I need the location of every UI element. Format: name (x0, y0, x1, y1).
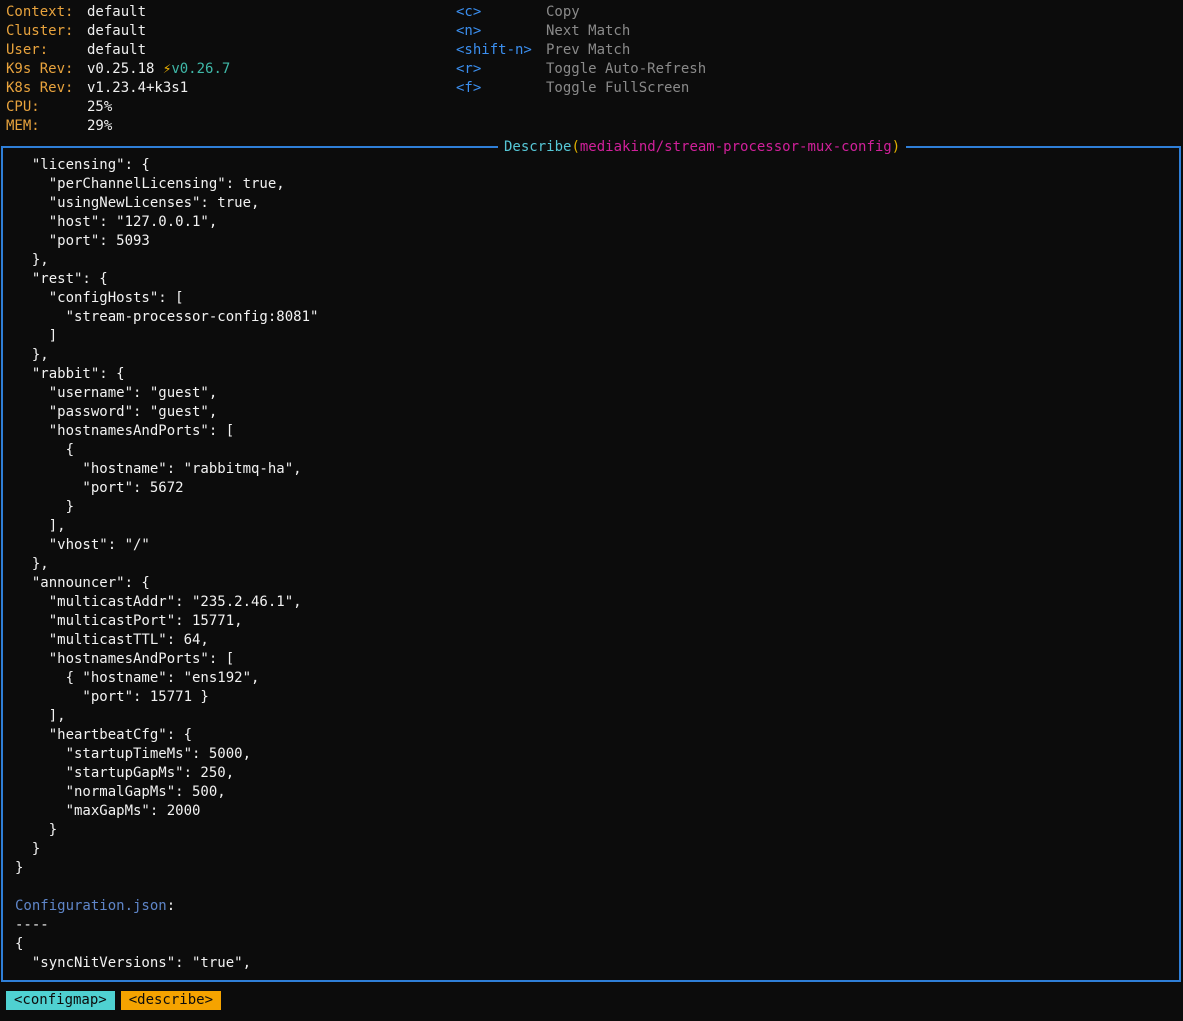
panel-title-close-paren: ) (891, 139, 901, 155)
content-line: "password": "guest", (15, 404, 218, 420)
content-line: "port": 5093 (15, 233, 150, 249)
content-line: } (15, 860, 24, 876)
hint-toggle-auto-refresh[interactable]: <r> Toggle Auto-Refresh (456, 60, 706, 79)
content-line: "rabbit": { (15, 366, 125, 382)
file-header: Configuration.json: (15, 897, 1165, 916)
file-colon: : (166, 898, 176, 914)
hint-key: <n> (456, 23, 482, 39)
hint-copy[interactable]: <c> Copy (456, 3, 580, 22)
content-line (15, 878, 1165, 897)
content-line: } (15, 841, 41, 857)
panel-title-word: Describe (504, 139, 572, 155)
content-line: } (15, 499, 75, 515)
content-line: }, (15, 347, 49, 363)
info-value: default (87, 4, 147, 20)
hint-toggle-fullscreen[interactable]: <f> Toggle FullScreen (456, 79, 689, 98)
hint-key: <r> (456, 61, 482, 77)
content-line: "rest": { (15, 271, 108, 287)
info-value: default (87, 42, 147, 58)
content-line: "hostnamesAndPorts": [ (15, 651, 235, 667)
content-line: "startupGapMs": 250, (15, 765, 235, 781)
crumb-describe[interactable]: <describe> (120, 991, 222, 1010)
content-line: "multicastTTL": 64, (15, 632, 209, 648)
crumb-configmap[interactable]: <configmap> (6, 991, 115, 1010)
info-key: User: (6, 42, 49, 58)
info-key: Cluster: (6, 23, 74, 39)
panel-title: Describe(mediakind/stream-processor-mux-… (498, 137, 907, 157)
content-line: "hostnamesAndPorts": [ (15, 423, 235, 439)
content-line: "host": "127.0.0.1", (15, 214, 218, 230)
hint-prev-match[interactable]: <shift-n> Prev Match (456, 41, 630, 60)
content-line: "licensing": { (15, 157, 150, 173)
info-new-version: v0.26.7 (171, 61, 231, 77)
hint-key: <c> (456, 4, 482, 20)
content-line: ---- (15, 917, 49, 933)
content-line: { (15, 442, 75, 458)
hint-label: Next Match (546, 23, 631, 39)
hint-label: Toggle Auto-Refresh (546, 61, 707, 77)
panel-title-resource: mediakind/stream-processor-mux-config (579, 139, 892, 155)
hint-label: Copy (546, 4, 580, 20)
content-line: { "hostname": "ens192", (15, 670, 260, 686)
info-key: MEM: (6, 118, 40, 134)
content-line: "syncNitVersions": "true", (15, 955, 252, 971)
describe-panel[interactable]: Describe(mediakind/stream-processor-mux-… (1, 137, 1181, 982)
content-line: "vhost": "/" (15, 537, 150, 553)
content-line: "normalGapMs": 500, (15, 784, 226, 800)
content-line: "heartbeatCfg": { (15, 727, 193, 743)
info-cpu: CPU: 25% (6, 98, 112, 117)
hint-next-match[interactable]: <n> Next Match (456, 22, 630, 41)
content-line: "port": 5672 (15, 480, 184, 496)
info-cluster: Cluster: default (6, 22, 146, 41)
info-value: v0.25.18 (87, 61, 155, 77)
info-key: K9s Rev: (6, 61, 74, 77)
content-line: "configHosts": [ (15, 290, 184, 306)
content-line: ] (15, 328, 58, 344)
describe-content[interactable]: "licensing": { "perChannelLicensing": tr… (15, 156, 1165, 976)
file-name: Configuration.json (15, 898, 167, 914)
content-line: ], (15, 708, 66, 724)
info-context: Context: default (6, 3, 146, 22)
content-line: "port": 15771 } (15, 689, 209, 705)
info-k9s-rev: K9s Rev: v0.25.18 ⚡v0.26.7 (6, 60, 230, 79)
content-line: "usingNewLicenses": true, (15, 195, 260, 211)
info-key: Context: (6, 4, 74, 20)
content-line: }, (15, 252, 49, 268)
content-line: "startupTimeMs": 5000, (15, 746, 252, 762)
breadcrumb: <configmap> <describe> (6, 991, 227, 1010)
content-line: "hostname": "rabbitmq-ha", (15, 461, 302, 477)
content-line: "username": "guest", (15, 385, 218, 401)
info-key: K8s Rev: (6, 80, 74, 96)
content-line: { (15, 936, 24, 952)
content-line: } (15, 822, 58, 838)
hint-key: <shift-n> (456, 42, 532, 58)
info-value: v1.23.4+k3s1 (87, 80, 189, 96)
info-k8s-rev: K8s Rev: v1.23.4+k3s1 (6, 79, 188, 98)
panel-title-open-paren: ( (571, 139, 580, 155)
hint-label: Prev Match (546, 42, 631, 58)
content-line: "stream-processor-config:8081" (15, 309, 319, 325)
content-line: "multicastPort": 15771, (15, 613, 243, 629)
hint-key: <f> (456, 80, 482, 96)
info-mem: MEM: 29% (6, 117, 112, 136)
info-user: User: default (6, 41, 146, 60)
hint-label: Toggle FullScreen (546, 80, 690, 96)
info-value: default (87, 23, 147, 39)
content-line: ], (15, 518, 66, 534)
content-line: "maxGapMs": 2000 (15, 803, 201, 819)
info-value: 29% (87, 118, 113, 134)
content-line: }, (15, 556, 49, 572)
content-line: "announcer": { (15, 575, 150, 591)
header: Context: default Cluster: default User: def… (6, 3, 1176, 139)
content-line: "perChannelLicensing": true, (15, 176, 285, 192)
info-key: CPU: (6, 99, 40, 115)
content-line: "multicastAddr": "235.2.46.1", (15, 594, 302, 610)
info-value: 25% (87, 99, 113, 115)
